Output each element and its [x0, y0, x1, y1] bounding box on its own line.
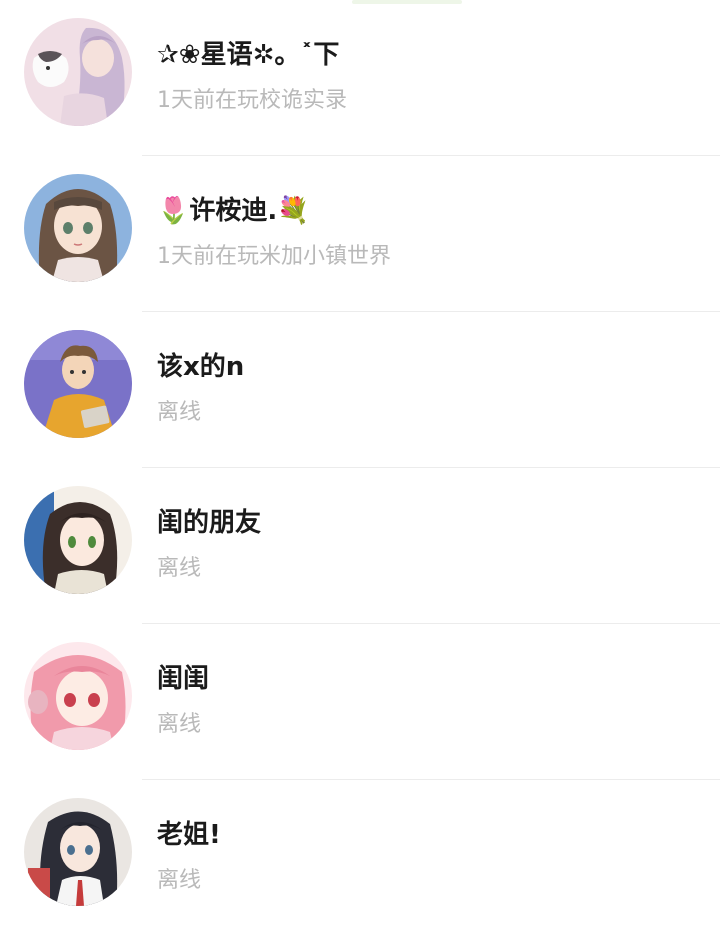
anime-girl-dark-hair-avatar: [24, 486, 132, 594]
friend-list: ✰❀星语✲。˟下 1天前在玩校诡实录 🌷许桉迪.💐 1天前在玩米加小镇世界 该x…: [0, 0, 720, 930]
avatar[interactable]: [24, 486, 132, 594]
avatar[interactable]: [24, 642, 132, 750]
avatar[interactable]: [24, 18, 132, 126]
friend-name: 老姐!: [157, 820, 221, 850]
avatar[interactable]: [24, 330, 132, 438]
friend-status: 1天前在玩米加小镇世界: [157, 244, 391, 269]
friend-status: 离线: [157, 556, 202, 581]
friend-name: 该x的n: [157, 352, 245, 382]
friend-status: 离线: [157, 868, 202, 893]
anime-girl-brown-hair-avatar: [24, 174, 132, 282]
avatar[interactable]: [24, 174, 132, 282]
anime-boy-yellow-hoodie-avatar: [24, 330, 132, 438]
friend-name: 闺闺: [157, 664, 210, 694]
friend-status: 离线: [157, 400, 202, 425]
friend-status: 离线: [157, 712, 202, 737]
anime-girl-lavender-avatar: [24, 18, 132, 126]
friend-row[interactable]: 闺闺 离线: [0, 624, 720, 780]
friend-row[interactable]: 该x的n 离线: [0, 312, 720, 468]
friend-status: 1天前在玩校诡实录: [157, 88, 347, 113]
friend-row[interactable]: 老姐! 离线: [0, 780, 720, 930]
friend-row[interactable]: 🌷许桉迪.💐 1天前在玩米加小镇世界: [0, 156, 720, 312]
avatar[interactable]: [24, 798, 132, 906]
friend-row[interactable]: 闺的朋友 离线: [0, 468, 720, 624]
friend-name: 闺的朋友: [157, 508, 262, 538]
anime-girl-pink-hair-avatar: [24, 642, 132, 750]
friend-row[interactable]: ✰❀星语✲。˟下 1天前在玩校诡实录: [0, 0, 720, 156]
friend-name: 🌷许桉迪.💐: [157, 196, 310, 226]
friend-name: ✰❀星语✲。˟下: [157, 40, 340, 70]
anime-girl-black-hair-avatar: [24, 798, 132, 906]
